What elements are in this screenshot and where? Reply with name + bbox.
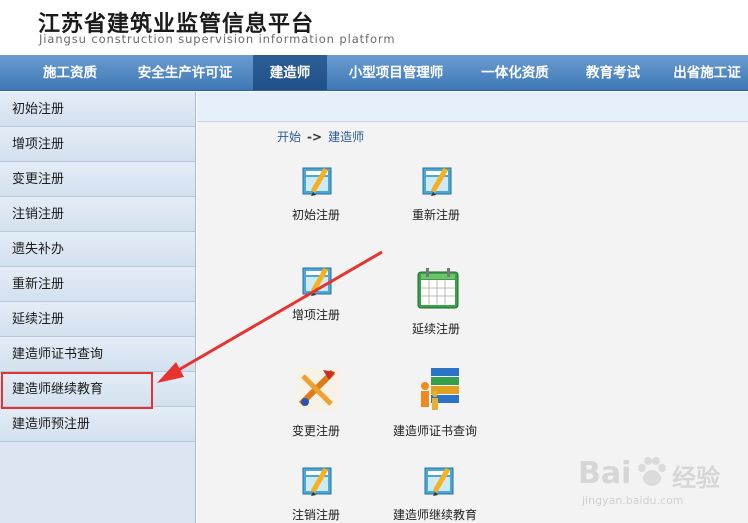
tile-label: 变更注册 (292, 424, 341, 438)
tile-continuing-education[interactable]: 建造师继续教育 (390, 462, 490, 523)
site-header: 江苏省建筑业监管信息平台 Jiangsu construction superv… (0, 0, 748, 55)
tile-label: 增项注册 (292, 308, 341, 322)
sidebar-item-certificate-query[interactable]: 建造师证书查询 (0, 337, 195, 372)
tile-label: 初始注册 (292, 208, 341, 222)
edit-tools-icon (297, 368, 339, 410)
nav-item-construction-qualification[interactable]: 施工资质 (20, 55, 120, 90)
breadcrumb-current[interactable]: 建造师 (328, 130, 364, 144)
paw-icon (638, 457, 666, 486)
nav-item-safety-license[interactable]: 安全生产许可证 (122, 55, 248, 90)
sidebar-item-pre-registration[interactable]: 建造师预注册 (0, 407, 195, 442)
nav-item-out-province-permit[interactable]: 出省施工证 (662, 55, 748, 90)
tile-re-registration[interactable]: 重新注册 (408, 160, 468, 226)
certificate-pencil-icon (302, 167, 332, 196)
books-people-icon (421, 368, 459, 410)
nav-item-integrated-qualification[interactable]: 一体化资质 (465, 55, 565, 90)
calendar-icon (417, 268, 459, 309)
certificate-pencil-icon (424, 467, 454, 496)
tile-label: 建造师继续教育 (393, 508, 478, 522)
certificate-pencil-icon (302, 467, 332, 496)
breadcrumb-start-link[interactable]: 开始 (277, 130, 301, 144)
tile-label: 重新注册 (412, 208, 461, 222)
baidu-watermark: Bai 经验 jingyan.baidu.com (574, 448, 744, 518)
nav-item-constructor[interactable]: 建造师 (253, 55, 327, 90)
tile-change-registration[interactable]: 变更注册 (288, 364, 348, 440)
tile-renewal-registration[interactable]: 延续注册 (408, 262, 468, 338)
tile-initial-registration[interactable]: 初始注册 (288, 160, 348, 226)
tile-certificate-query[interactable]: 建造师证书查询 (390, 364, 490, 440)
breadcrumb-separator: -> (307, 130, 323, 144)
watermark-brand-2: 经验 (672, 464, 720, 492)
watermark-brand: Bai (578, 456, 632, 491)
certificate-pencil-icon (422, 167, 452, 196)
sidebar: 初始注册 增项注册 变更注册 注销注册 遗失补办 重新注册 延续注册 建造师证书… (0, 92, 196, 523)
top-nav: 施工资质 安全生产许可证 建造师 小型项目管理师 一体化资质 教育考试 出省施工… (0, 55, 748, 91)
breadcrumb: 开始 -> 建造师 (277, 128, 364, 145)
nav-item-education-exam[interactable]: 教育考试 (570, 55, 656, 90)
site-subtitle: Jiangsu construction supervision informa… (39, 32, 396, 46)
sidebar-item-renewal-registration[interactable]: 延续注册 (0, 302, 195, 337)
tile-label: 延续注册 (412, 322, 461, 336)
nav-item-small-project-manager[interactable]: 小型项目管理师 (332, 55, 460, 90)
content-header-bar (197, 92, 748, 122)
sidebar-item-lost-reissue[interactable]: 遗失补办 (0, 232, 195, 267)
sidebar-item-initial-registration[interactable]: 初始注册 (0, 92, 195, 127)
highlight-box (1, 372, 153, 409)
sidebar-item-change-registration[interactable]: 变更注册 (0, 162, 195, 197)
tile-cancel-registration[interactable]: 注销注册 (288, 462, 348, 523)
certificate-pencil-icon (302, 267, 332, 296)
tile-additional-registration[interactable]: 增项注册 (288, 262, 348, 328)
tile-label: 建造师证书查询 (393, 424, 478, 438)
sidebar-item-additional-registration[interactable]: 增项注册 (0, 127, 195, 162)
sidebar-item-re-registration[interactable]: 重新注册 (0, 267, 195, 302)
tile-label: 注销注册 (292, 508, 341, 522)
sidebar-item-cancel-registration[interactable]: 注销注册 (0, 197, 195, 232)
watermark-url: jingyan.baidu.com (582, 494, 684, 507)
